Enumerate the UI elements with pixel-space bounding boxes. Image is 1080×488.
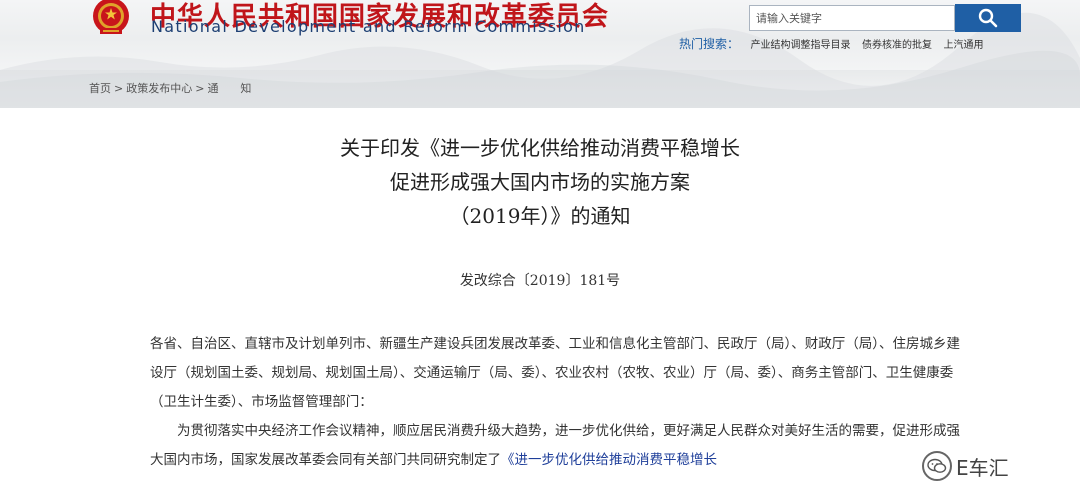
wechat-icon — [922, 451, 952, 481]
hot-search-link[interactable]: 产业结构调整指导目录 — [751, 40, 851, 51]
breadcrumb-separator: > — [114, 82, 124, 95]
hot-search-label: 热门搜索： — [679, 37, 740, 51]
breadcrumb-separator: > — [195, 82, 205, 95]
body-paragraph: 为贯彻落实中央经济工作会议精神，顺应居民消费升级大趋势，进一步优化供给，更好满足… — [150, 417, 965, 475]
watermark: E车汇 — [922, 448, 1009, 484]
national-emblem-icon[interactable] — [88, 0, 134, 40]
addressee-paragraph: 各省、自治区、直辖市及计划单列市、新疆生产建设兵团发展改革委、工业和信息化主管部… — [150, 336, 960, 410]
site-title-en[interactable]: National Development and Reform Commissi… — [151, 17, 586, 36]
watermark-text: E车汇 — [956, 455, 1009, 480]
document-title-line: 关于印发《进一步优化供给推动消费平稳增长 — [340, 136, 740, 160]
document-title-line: 促进形成强大国内市场的实施方案 — [390, 170, 690, 194]
hot-search-link[interactable]: 债券核准的批复 — [862, 40, 932, 51]
search-input[interactable] — [749, 5, 955, 31]
hot-search: 热门搜索： 产业结构调整指导目录 债券核准的批复 上汽通用 — [679, 35, 992, 52]
hot-search-link[interactable]: 上汽通用 — [944, 40, 984, 51]
search-button[interactable] — [955, 4, 1021, 32]
search-icon — [978, 8, 998, 28]
document-body: 各省、自治区、直辖市及计划单列市、新疆生产建设兵团发展改革委、工业和信息化主管部… — [150, 330, 965, 475]
document-link[interactable]: 《进一步优化供给推动消费平稳增长 — [501, 452, 717, 468]
document-number: 发改综合〔2019〕181号 — [459, 273, 621, 289]
document-title-line: （2019年）》的通知 — [449, 204, 631, 228]
breadcrumb: 首页 > 政策发布中心 > 通 知 — [89, 80, 251, 96]
document-title: 关于印发《进一步优化供给推动消费平稳增长 促进形成强大国内市场的实施方案 （20… — [0, 131, 1080, 233]
breadcrumb-policy-center[interactable]: 政策发布中心 — [126, 82, 192, 95]
breadcrumb-home[interactable]: 首页 — [89, 82, 111, 95]
breadcrumb-notice[interactable]: 通 知 — [207, 82, 251, 95]
